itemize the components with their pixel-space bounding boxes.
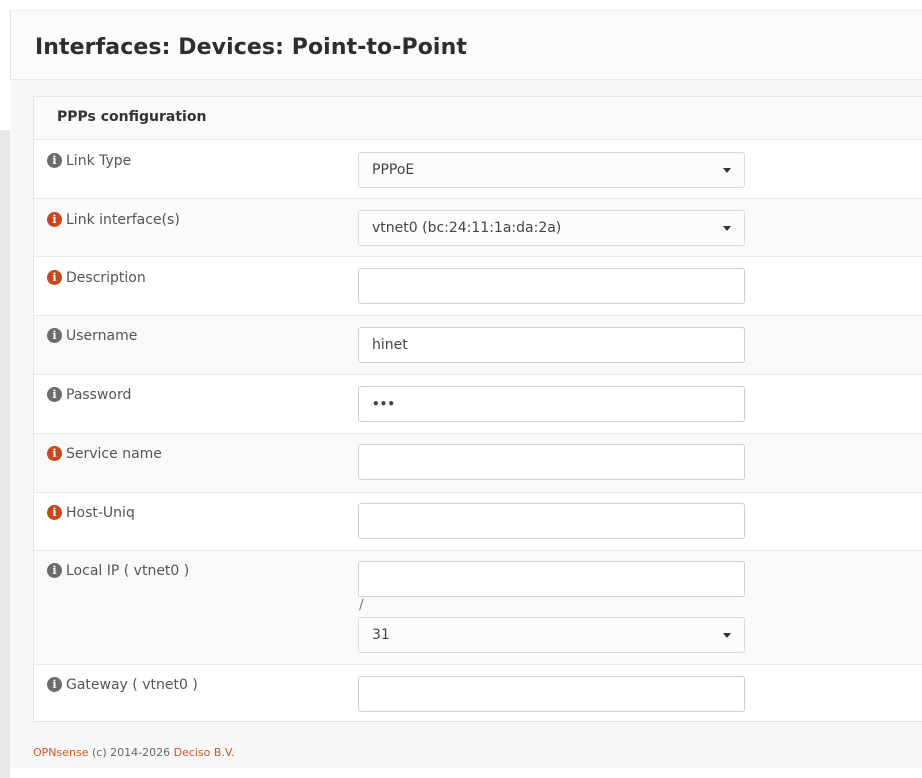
link-type-select[interactable]: PPPoE: [358, 152, 745, 188]
sidebar-edge: [0, 130, 10, 778]
row-local-ip: i Local IP ( vtnet0 ) / 31: [34, 551, 922, 665]
link-interfaces-value: vtnet0 (bc:24:11:1a:da:2a): [372, 220, 562, 236]
gateway-input[interactable]: [358, 676, 745, 712]
password-input[interactable]: •••: [358, 386, 745, 422]
chevron-down-icon: [723, 168, 731, 173]
chevron-down-icon: [723, 633, 731, 638]
top-strip: [0, 0, 922, 10]
row-link-type: i Link Type PPPoE: [34, 140, 922, 199]
footer-brand-link[interactable]: OPNsense: [33, 746, 89, 759]
panel-title: PPPs configuration: [57, 109, 207, 125]
local-ip-subnet-select[interactable]: 31: [358, 617, 745, 653]
label-description: Description: [66, 270, 146, 286]
info-icon[interactable]: i: [47, 505, 62, 520]
label-local-ip: Local IP ( vtnet0 ): [66, 563, 190, 579]
ppp-config-panel: PPPs configuration i Link Type PPPoE i L…: [33, 96, 922, 722]
link-type-value: PPPoE: [372, 162, 415, 178]
row-username: i Username hinet: [34, 316, 922, 375]
footer-copyright: (c) 2014-2026: [92, 746, 171, 759]
link-interfaces-select[interactable]: vtnet0 (bc:24:11:1a:da:2a): [358, 210, 745, 246]
info-icon[interactable]: i: [47, 563, 62, 578]
service-name-input[interactable]: [358, 444, 745, 480]
info-icon[interactable]: i: [47, 212, 62, 227]
panel-header: PPPs configuration: [34, 97, 922, 140]
footer-company-link[interactable]: Deciso B.V.: [174, 746, 235, 759]
description-input[interactable]: [358, 268, 745, 304]
info-icon[interactable]: i: [47, 446, 62, 461]
footer: OPNsense (c) 2014-2026 Deciso B.V.: [33, 746, 235, 759]
row-service-name: i Service name: [34, 434, 922, 493]
row-description: i Description: [34, 257, 922, 316]
row-gateway: i Gateway ( vtnet0 ): [34, 665, 922, 722]
row-host-uniq: i Host-Uniq: [34, 493, 922, 551]
label-username: Username: [66, 328, 138, 344]
chevron-down-icon: [723, 226, 731, 231]
info-icon[interactable]: i: [47, 677, 62, 692]
label-host-uniq: Host-Uniq: [66, 505, 135, 521]
page-title: Interfaces: Devices: Point-to-Point: [35, 35, 467, 60]
info-icon[interactable]: i: [47, 153, 62, 168]
label-link-interfaces: Link interface(s): [66, 212, 180, 228]
subnet-value: 31: [372, 627, 390, 643]
page-header: Interfaces: Devices: Point-to-Point: [10, 10, 922, 80]
info-icon[interactable]: i: [47, 328, 62, 343]
host-uniq-input[interactable]: [358, 503, 745, 539]
label-link-type: Link Type: [66, 153, 132, 169]
row-link-interfaces: i Link interface(s) vtnet0 (bc:24:11:1a:…: [34, 199, 922, 257]
username-input[interactable]: hinet: [358, 327, 745, 363]
info-icon[interactable]: i: [47, 387, 62, 402]
subnet-separator: /: [359, 597, 364, 613]
label-password: Password: [66, 387, 132, 403]
info-icon[interactable]: i: [47, 270, 62, 285]
label-gateway: Gateway ( vtnet0 ): [66, 677, 198, 693]
local-ip-input[interactable]: [358, 561, 745, 597]
left-gutter: [0, 10, 10, 778]
label-service-name: Service name: [66, 446, 162, 462]
row-password: i Password •••: [34, 375, 922, 434]
